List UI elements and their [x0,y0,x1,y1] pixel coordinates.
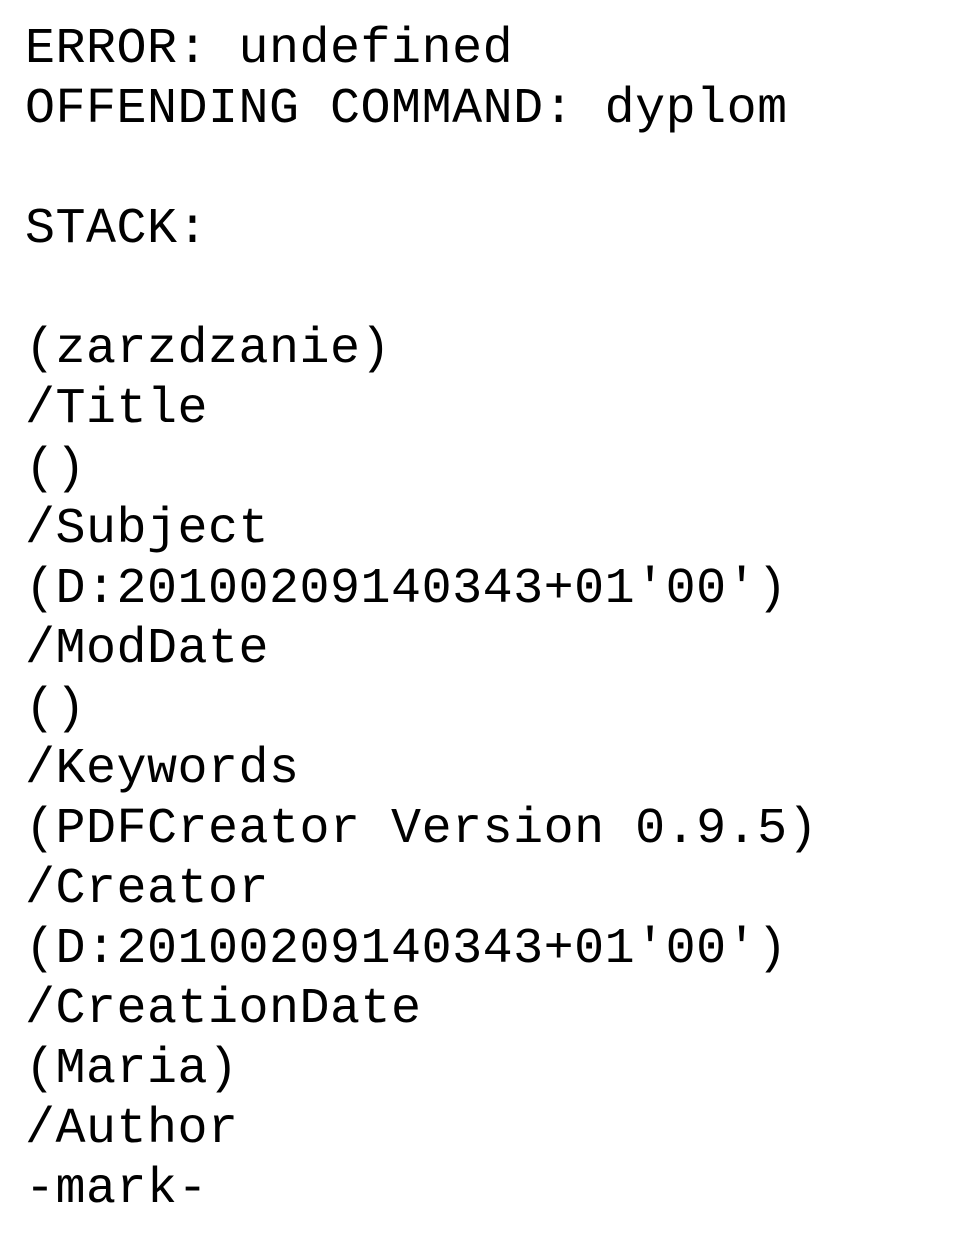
stack-item: (zarzdzanie) [25,320,935,380]
stack-item: (D:20100209140343+01'00') [25,560,935,620]
stack-item: /Keywords [25,740,935,800]
stack-item: /CreationDate [25,980,935,1040]
offending-command-line: OFFENDING COMMAND: dyplom [25,80,935,140]
stack-item: /ModDate [25,620,935,680]
stack-item: () [25,440,935,500]
stack-header: STACK: [25,200,935,260]
stack-item: (Maria) [25,1040,935,1100]
stack-item: -mark- [25,1160,935,1220]
stack-item: /Creator [25,860,935,920]
error-line: ERROR: undefined [25,20,935,80]
stack-item: /Subject [25,500,935,560]
stack-item: (D:20100209140343+01'00') [25,920,935,980]
stack-item: /Title [25,380,935,440]
blank-line [25,260,935,320]
stack-item: (PDFCreator Version 0.9.5) [25,800,935,860]
stack-item: /Author [25,1100,935,1160]
blank-line [25,140,935,200]
stack-item: () [25,680,935,740]
